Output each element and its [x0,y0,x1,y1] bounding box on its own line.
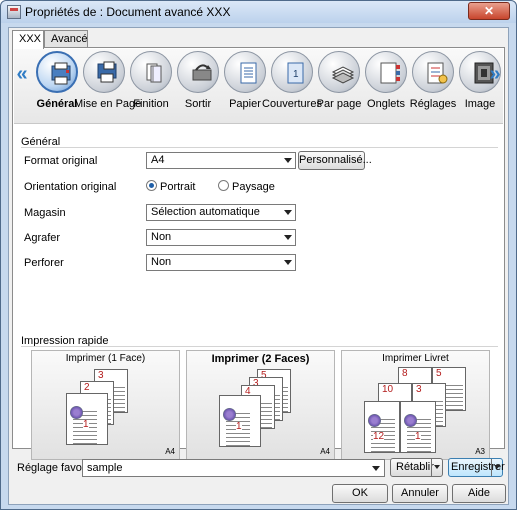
quick-print-booklet-card[interactable]: Imprimer Livret 8 5 10 3 12 1 A3 [341,350,490,460]
cancel-button[interactable]: Annuler [392,484,448,503]
custom-size-button[interactable]: Personnalisé... [298,151,372,170]
paper-icon [224,51,266,93]
title-bar[interactable]: Propriétés de : Document avancé XXX ✕ [1,1,516,23]
staple-select[interactable]: Non [146,229,296,246]
chevron-down-icon[interactable] [491,459,502,476]
portrait-radio[interactable] [146,180,157,191]
chevron-down-icon [284,260,292,265]
punch-label: Perforer [24,257,64,269]
save-button[interactable]: Enregistrer [448,458,505,477]
format-label: Format original [24,155,98,167]
page-thumbnail: 1 [219,395,261,447]
tabs-icon [365,51,407,93]
favorite-select[interactable]: sample [82,459,385,477]
chevron-down-icon [372,466,380,471]
flower-image [223,408,236,421]
properties-window: Propriétés de : Document avancé XXX ✕ XX… [0,0,517,510]
divider [21,346,498,347]
page-thumbnail: 1 [66,393,108,445]
per-page-icon [318,51,360,93]
tab-panel: « Général Mise en Page Finition Sortir P… [12,47,505,460]
covers-icon: 1 [271,51,313,93]
category-finishing[interactable]: Finition [127,51,175,121]
card-caption: Imprimer Livret [382,353,449,364]
chevron-down-icon [284,210,292,215]
quick-print-simplex-card[interactable]: Imprimer (1 Face) 3 2 1 A4 [31,350,180,460]
flower-image [404,414,417,427]
chevron-down-icon[interactable] [431,459,442,476]
paper-size: A3 [475,447,485,456]
chevron-down-icon [284,235,292,240]
category-label: Image [464,98,496,110]
chevron-down-icon [284,158,292,163]
window-title: Propriétés de : Document avancé XXX [25,5,231,19]
tray-value: Sélection automatique [151,206,260,218]
tray-select[interactable]: Sélection automatique [146,204,296,221]
paper-size: A4 [320,447,330,456]
printer-app-icon [7,5,21,19]
flower-image [70,406,83,419]
category-strip: « Général Mise en Page Finition Sortir P… [14,49,503,124]
category-per-page[interactable]: Par page [315,51,363,121]
settings-icon [412,51,454,93]
tab-xxx[interactable]: XXX [12,30,44,49]
finishing-icon [130,51,172,93]
scroll-right-icon[interactable]: » [489,61,501,89]
format-select[interactable]: A4 [146,152,296,169]
format-value: A4 [151,154,165,166]
category-covers[interactable]: 1 Couvertures [262,51,322,121]
category-paper[interactable]: Papier [221,51,269,121]
general-icon [36,51,78,93]
dialog-client: XXX Avancé « Général Mise en Page Finiti… [8,27,509,505]
category-general[interactable]: Général [33,51,81,121]
category-settings[interactable]: Réglages [409,51,457,121]
card-caption: Imprimer (1 Face) [65,353,146,364]
favorite-label: Réglage favori [17,462,88,474]
orientation-label: Orientation original [24,181,117,193]
tray-label: Magasin [24,207,66,219]
ok-button[interactable]: OK [332,484,388,503]
punch-select[interactable]: Non [146,254,296,271]
quick-print-duplex-card[interactable]: Imprimer (2 Faces) 5 3 4 1 A4 [186,350,335,460]
flower-image [368,414,381,427]
paper-size: A4 [165,447,175,456]
portrait-label: Portrait [160,181,196,193]
scroll-left-icon[interactable]: « [16,61,28,89]
tab-advanced[interactable]: Avancé [44,30,88,48]
staple-label: Agrafer [24,232,61,244]
category-layout[interactable]: Mise en Page [74,51,141,121]
divider [21,147,498,148]
output-icon [177,51,219,93]
close-button[interactable]: ✕ [468,2,510,20]
card-caption: Imprimer (2 Faces) [211,353,310,365]
restore-button[interactable]: Rétablir [390,458,443,477]
layout-icon [83,51,125,93]
restore-label: Rétablir [396,461,434,473]
punch-value: Non [151,256,172,268]
svg-text:1: 1 [293,69,299,80]
staple-value: Non [151,231,172,243]
landscape-label: Paysage [232,181,275,193]
category-output[interactable]: Sortir [174,51,222,121]
favorite-value: sample [87,462,123,474]
category-tabs[interactable]: Onglets [362,51,410,121]
help-button[interactable]: Aide [452,484,506,503]
landscape-radio[interactable] [218,180,229,191]
page-thumbnail: 1 [400,401,436,453]
page-thumbnail: 12 [364,401,400,453]
